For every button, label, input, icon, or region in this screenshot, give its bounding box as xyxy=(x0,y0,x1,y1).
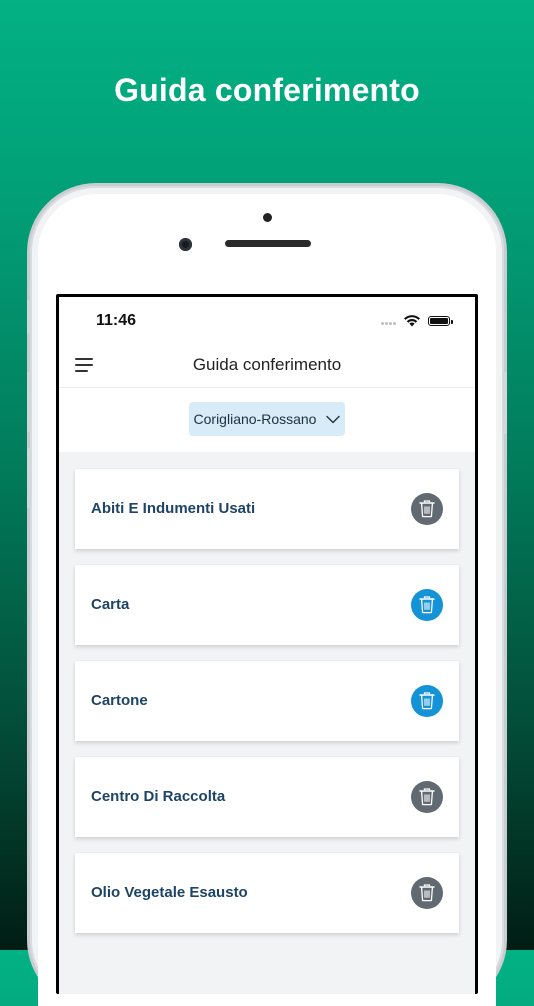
status-time: 11:46 xyxy=(96,312,137,329)
status-bar: 11:46 xyxy=(59,297,475,343)
trash-bin-icon[interactable] xyxy=(411,589,443,621)
list-item[interactable]: Abiti E Indumenti Usati xyxy=(75,469,459,549)
trash-bin-icon[interactable] xyxy=(411,781,443,813)
waste-category-list: Abiti E Indumenti Usati Carta Cartone Ce… xyxy=(75,469,459,949)
list-item-label: Centro Di Raccolta xyxy=(91,788,226,805)
trash-bin-icon[interactable] xyxy=(411,685,443,717)
volume-up-button xyxy=(27,372,31,432)
battery-icon xyxy=(428,316,453,326)
front-camera xyxy=(179,238,192,251)
power-button xyxy=(503,372,507,434)
filter-area: Corigliano-Rossano xyxy=(59,388,475,452)
earpiece-speaker xyxy=(225,240,311,247)
list-item-label: Cartone xyxy=(91,692,148,709)
list-item-label: Olio Vegetale Esausto xyxy=(91,884,248,901)
navigation-bar: Guida conferimento xyxy=(59,343,475,388)
promo-title: Guida conferimento xyxy=(114,72,420,108)
cellular-signal-icon xyxy=(381,322,401,326)
chevron-down-icon xyxy=(326,415,341,423)
phone-screen: 11:46 Guida conferimento Corigliano-Ross… xyxy=(56,294,478,994)
city-dropdown[interactable]: Corigliano-Rossano xyxy=(189,402,345,436)
trash-bin-icon[interactable] xyxy=(411,877,443,909)
list-item[interactable]: Olio Vegetale Esausto xyxy=(75,853,459,933)
mute-switch xyxy=(27,300,31,334)
wifi-icon xyxy=(404,315,420,327)
city-dropdown-value: Corigliano-Rossano xyxy=(193,411,317,427)
list-item[interactable]: Centro Di Raccolta xyxy=(75,757,459,837)
list-item[interactable]: Carta xyxy=(75,565,459,645)
page-title: Guida conferimento xyxy=(192,355,342,374)
volume-down-button xyxy=(27,448,31,508)
app-screen: 11:46 Guida conferimento Corigliano-Ross… xyxy=(59,297,475,994)
list-item-label: Carta xyxy=(91,596,130,613)
list-item-label: Abiti E Indumenti Usati xyxy=(91,500,256,517)
list-item[interactable]: Cartone xyxy=(75,661,459,741)
proximity-sensor xyxy=(263,213,272,222)
trash-bin-icon[interactable] xyxy=(411,493,443,525)
